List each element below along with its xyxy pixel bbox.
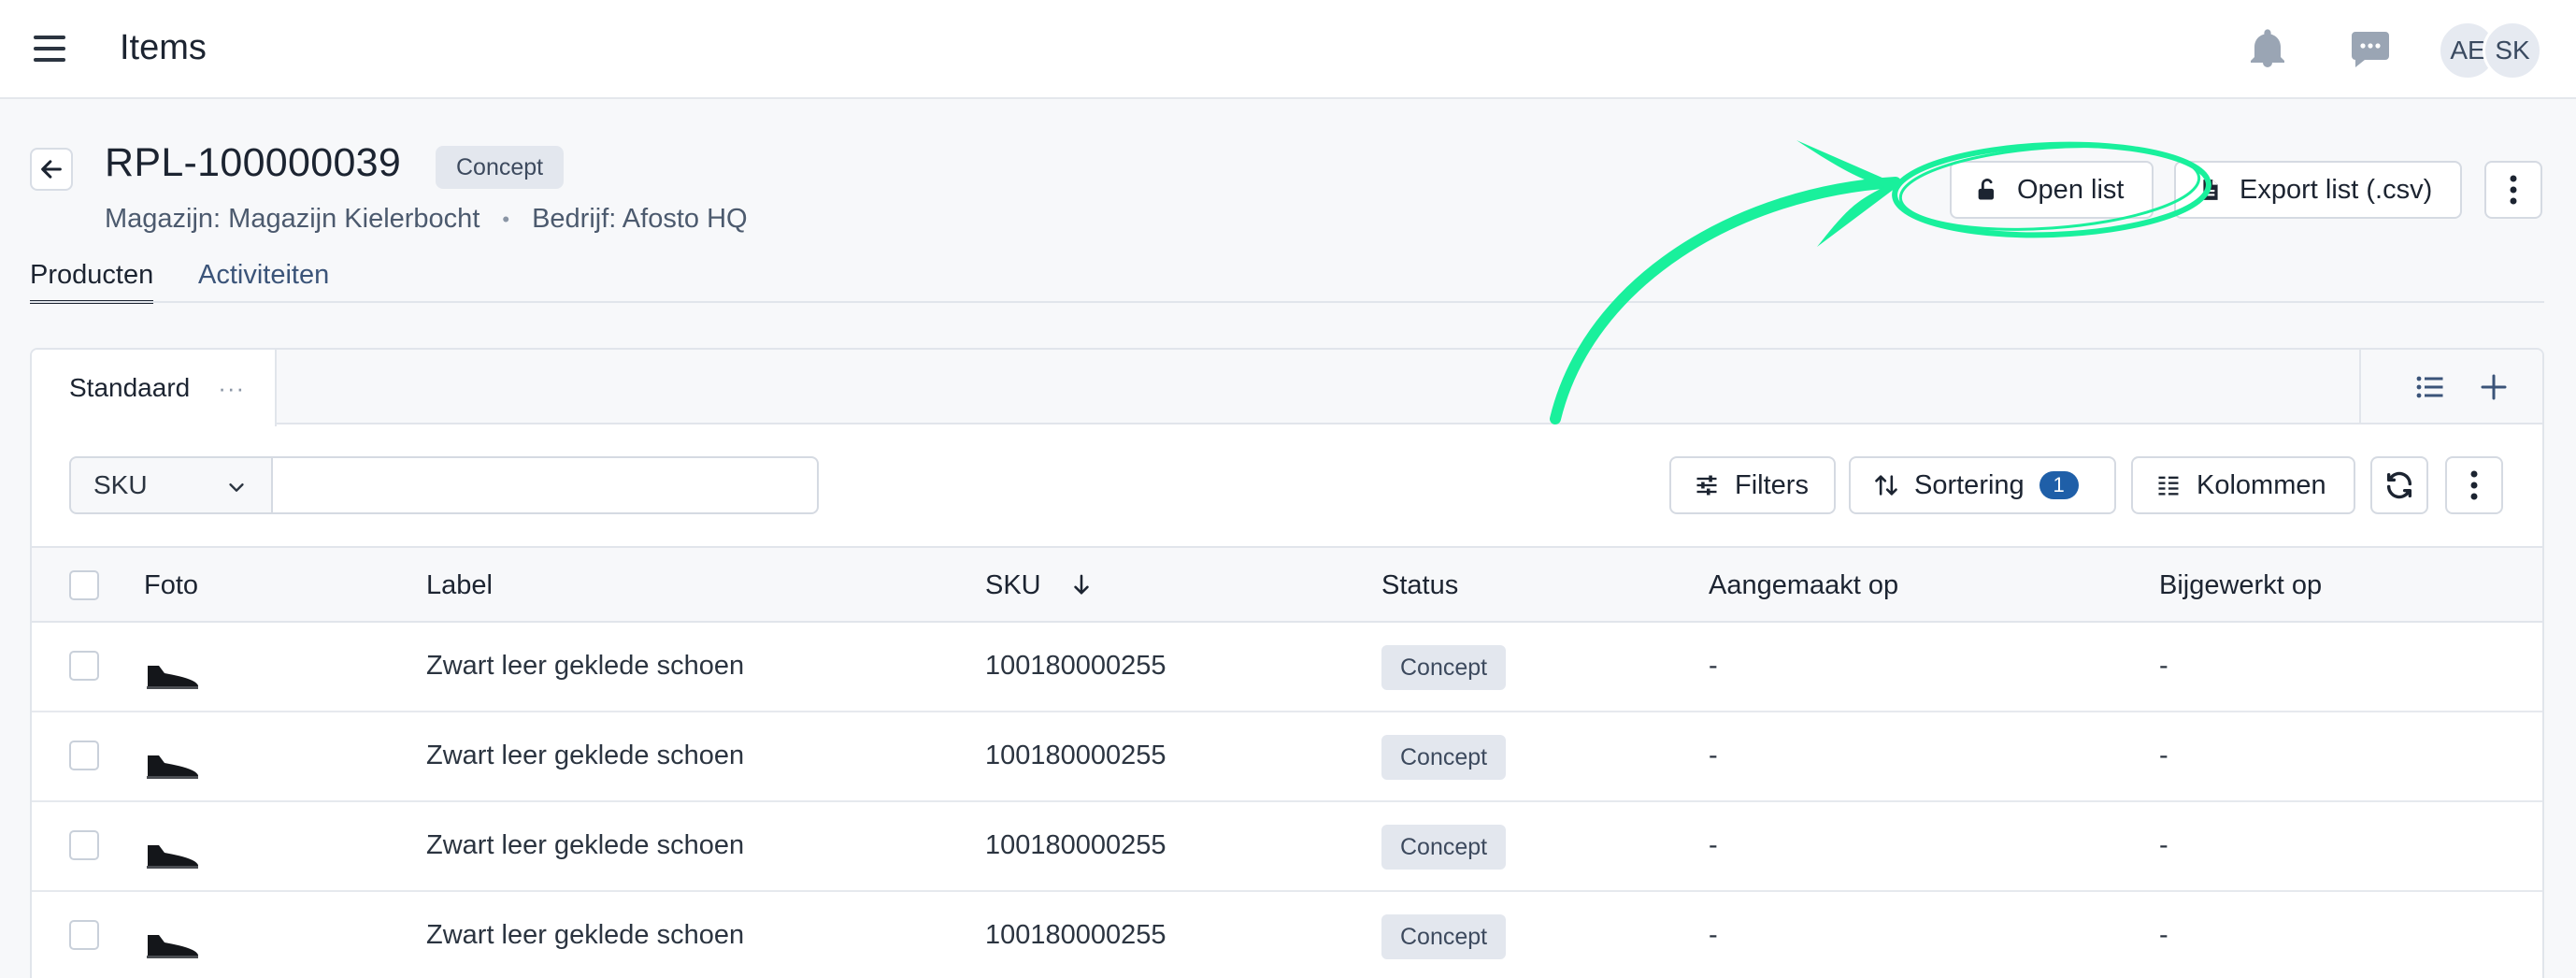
file-icon [2203, 180, 2218, 200]
sort-label: Sortering [1914, 469, 2025, 500]
product-photo [147, 666, 199, 689]
sort-count-badge: 1 [2039, 471, 2079, 499]
avatar[interactable]: SK [2483, 21, 2542, 80]
column-header-created[interactable]: Aangemaakt op [1709, 570, 1898, 601]
sort-button[interactable]: Sortering 1 [1849, 456, 2116, 514]
row-created: - [1709, 830, 1718, 860]
column-header-sku[interactable]: SKU [985, 570, 1092, 601]
row-sku: 100180000255 [985, 830, 1166, 860]
tab-producten[interactable]: Producten [30, 260, 154, 304]
refresh-button[interactable] [2370, 456, 2428, 514]
column-header-label[interactable]: Label [426, 570, 493, 601]
row-created: - [1709, 920, 1718, 950]
more-actions-button[interactable] [2484, 161, 2542, 219]
row-sku: 100180000255 [985, 920, 1166, 950]
status-badge: Concept [1381, 645, 1507, 690]
annotation-arrowhead [1796, 140, 1899, 247]
sort-icon [1875, 475, 1897, 496]
sliders-icon [1696, 475, 1717, 496]
columns-icon [2158, 476, 2179, 496]
table-row[interactable]: Zwart leer geklede schoen 100180000255 C… [32, 802, 2542, 892]
view-options-icon[interactable]: ··· [218, 374, 245, 403]
product-photo [147, 755, 199, 779]
row-label: Zwart leer geklede schoen [426, 920, 745, 950]
row-label: Zwart leer geklede schoen [426, 830, 745, 860]
page-meta: Magazijn: Magazijn Kielerbocht • Bedrijf… [105, 204, 748, 235]
arrow-left-icon [41, 160, 62, 179]
row-updated: - [2159, 920, 2168, 950]
export-list-label: Export list (.csv) [2240, 174, 2433, 205]
chat-icon[interactable] [2348, 26, 2393, 71]
product-photo [147, 935, 199, 958]
view-actions [2359, 350, 2542, 424]
meta-separator: • [502, 207, 510, 231]
row-checkbox[interactable] [69, 830, 99, 860]
row-checkbox[interactable] [69, 920, 99, 950]
column-header-status[interactable]: Status [1381, 570, 1458, 601]
row-sku: 100180000255 [985, 651, 1166, 681]
table-header: Foto Label SKU Status Aangemaakt op Bijg… [32, 546, 2542, 623]
menu-icon[interactable] [34, 32, 69, 65]
top-bar: Items AE SK [0, 0, 2576, 99]
row-updated: - [2159, 830, 2168, 860]
kebab-icon [2510, 175, 2517, 205]
status-badge: Concept [1381, 735, 1507, 780]
row-sku: 100180000255 [985, 741, 1166, 770]
row-updated: - [2159, 651, 2168, 681]
table-row[interactable]: Zwart leer geklede schoen 100180000255 C… [32, 892, 2542, 978]
view-tab-standaard[interactable]: Standaard ··· [32, 350, 277, 426]
table-row[interactable]: Zwart leer geklede schoen 100180000255 C… [32, 712, 2542, 802]
product-photo [147, 845, 199, 869]
bell-icon[interactable] [2245, 26, 2290, 71]
select-all-checkbox[interactable] [69, 570, 99, 600]
kebab-icon [2470, 470, 2478, 500]
filters-label: Filters [1735, 469, 1809, 500]
refresh-icon [2386, 471, 2412, 499]
view-tab-label: Standaard [69, 373, 191, 402]
warehouse-text: Magazijn: Magazijn Kielerbocht [105, 204, 480, 234]
arrow-down-icon [1074, 574, 1089, 595]
app-title: Items [120, 28, 207, 67]
row-checkbox[interactable] [69, 741, 99, 770]
open-list-button[interactable]: Open list [1950, 161, 2154, 219]
view-bar: Standaard ··· [32, 350, 2542, 426]
open-list-label: Open list [2017, 174, 2125, 205]
back-button[interactable] [30, 148, 73, 191]
row-updated: - [2159, 741, 2168, 770]
columns-button[interactable]: Kolommen [2131, 456, 2355, 514]
status-badge: Concept [1381, 914, 1507, 959]
list-view-icon[interactable] [2413, 370, 2447, 404]
row-created: - [1709, 741, 1718, 770]
status-badge: Concept [436, 146, 565, 189]
tabs-divider [30, 301, 2544, 303]
chevron-down-icon [229, 483, 244, 492]
columns-label: Kolommen [2197, 469, 2326, 500]
unlock-icon [1978, 179, 1994, 200]
column-header-sku-label: SKU [985, 570, 1041, 600]
items-card: Standaard ··· SKU Filters Sortering 1 Ko… [30, 348, 2544, 978]
table-row[interactable]: Zwart leer geklede schoen 100180000255 C… [32, 623, 2542, 712]
row-checkbox[interactable] [69, 651, 99, 681]
page-title: RPL-100000039 [105, 140, 402, 185]
field-select[interactable]: SKU [69, 456, 273, 514]
company-text: Bedrijf: Afosto HQ [532, 204, 748, 234]
column-header-foto[interactable]: Foto [144, 570, 198, 601]
status-badge: Concept [1381, 825, 1507, 870]
column-header-updated[interactable]: Bijgewerkt op [2159, 570, 2322, 601]
search-input[interactable] [271, 456, 819, 514]
row-created: - [1709, 651, 1718, 681]
row-label: Zwart leer geklede schoen [426, 741, 745, 770]
field-select-value: SKU [93, 470, 148, 499]
add-view-icon[interactable] [2477, 370, 2511, 404]
filters-button[interactable]: Filters [1669, 456, 1836, 514]
table-options-button[interactable] [2445, 456, 2503, 514]
export-list-button[interactable]: Export list (.csv) [2174, 161, 2462, 219]
tab-activiteiten[interactable]: Activiteiten [198, 260, 329, 300]
row-label: Zwart leer geklede schoen [426, 651, 745, 681]
